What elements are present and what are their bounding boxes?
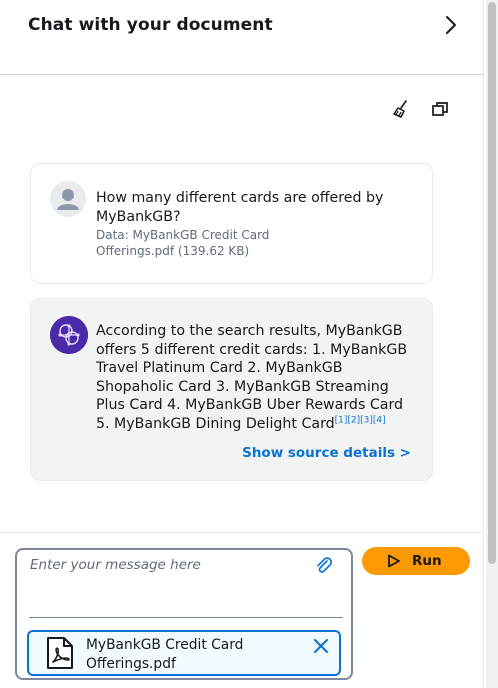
- meta-line: Data: MyBankGB Credit Card: [96, 228, 270, 242]
- citation-link[interactable]: [1]: [335, 415, 348, 425]
- copy-icon[interactable]: [430, 99, 450, 119]
- chat-panel: Chat with your document How many differe…: [0, 0, 484, 688]
- user-message-card: How many different cards are offered by …: [30, 163, 433, 284]
- run-button[interactable]: Run: [362, 547, 470, 575]
- citation-link[interactable]: [4]: [373, 415, 386, 425]
- close-icon[interactable]: [312, 637, 330, 655]
- citations: [1][2][3][4]: [335, 415, 386, 425]
- attached-file-name: MyBankGB Credit Card Offerings.pdf: [86, 636, 286, 673]
- broom-icon[interactable]: [391, 99, 411, 119]
- message-input[interactable]: Enter your message here: [30, 557, 201, 573]
- run-button-label: Run: [412, 553, 442, 569]
- show-source-details-link[interactable]: Show source details >: [242, 445, 411, 461]
- page-title: Chat with your document: [28, 15, 273, 35]
- file-name-line: Offerings.pdf: [86, 655, 176, 672]
- meta-line: Offerings.pdf (139.62 KB): [96, 243, 250, 258]
- user-message-text: How many different cards are offered by …: [96, 190, 384, 225]
- play-icon: [387, 554, 401, 568]
- scrollbar[interactable]: [486, 0, 498, 688]
- chat-header: Chat with your document: [0, 0, 484, 75]
- chevron-right-icon[interactable]: [440, 14, 462, 36]
- assistant-message-card: According to the search results, MyBankG…: [30, 298, 433, 481]
- pdf-file-icon: [44, 636, 76, 670]
- ai-brain-icon: [50, 316, 88, 354]
- scrollbar-thumb[interactable]: [488, 2, 496, 564]
- citation-link[interactable]: [3]: [360, 415, 373, 425]
- composer-divider: [0, 532, 484, 533]
- citation-link[interactable]: [2]: [347, 415, 360, 425]
- user-avatar-icon: [50, 181, 86, 217]
- message-composer[interactable]: Enter your message here MyBankGB Credit …: [15, 548, 353, 680]
- input-separator: [29, 617, 343, 618]
- attached-data-info: Data: MyBankGB Credit Card Offerings.pdf…: [96, 228, 316, 259]
- paperclip-icon[interactable]: [314, 556, 334, 576]
- attached-file-chip: MyBankGB Credit Card Offerings.pdf: [27, 630, 341, 676]
- assistant-message-text: According to the search results, MyBankG…: [96, 322, 421, 434]
- file-name-line: MyBankGB Credit Card: [86, 637, 244, 653]
